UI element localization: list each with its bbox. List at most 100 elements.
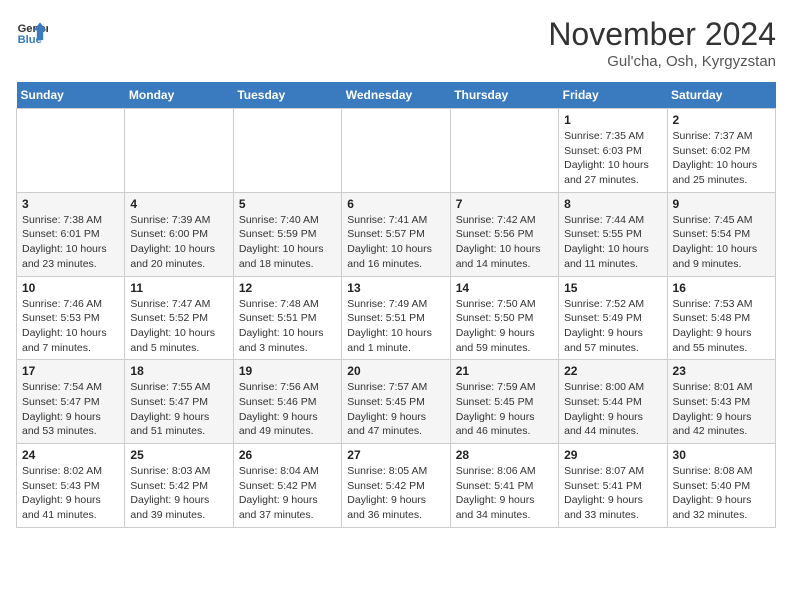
day-info: Sunrise: 8:06 AM Sunset: 5:41 PM Dayligh… [456,464,553,523]
calendar-cell: 3 Sunrise: 7:38 AM Sunset: 6:01 PM Daylig… [17,192,125,276]
day-info: Sunrise: 7:55 AM Sunset: 5:47 PM Dayligh… [130,380,227,439]
calendar-cell: 15 Sunrise: 7:52 AM Sunset: 5:49 PM Dayli… [559,276,667,360]
day-info: Sunrise: 7:52 AM Sunset: 5:49 PM Dayligh… [564,297,661,356]
week-row-3: 10 Sunrise: 7:46 AM Sunset: 5:53 PM Dayli… [17,276,776,360]
day-info: Sunrise: 7:57 AM Sunset: 5:45 PM Dayligh… [347,380,444,439]
calendar-cell: 19 Sunrise: 7:56 AM Sunset: 5:46 PM Dayli… [233,360,341,444]
day-number: 12 [239,281,336,295]
weekday-saturday: Saturday [667,82,775,109]
day-number: 14 [456,281,553,295]
day-info: Sunrise: 7:46 AM Sunset: 5:53 PM Dayligh… [22,297,119,356]
calendar-cell: 8 Sunrise: 7:44 AM Sunset: 5:55 PM Daylig… [559,192,667,276]
calendar-cell: 28 Sunrise: 8:06 AM Sunset: 5:41 PM Dayli… [450,444,558,528]
calendar-cell: 20 Sunrise: 7:57 AM Sunset: 5:45 PM Dayli… [342,360,450,444]
day-number: 26 [239,448,336,462]
day-info: Sunrise: 7:41 AM Sunset: 5:57 PM Dayligh… [347,213,444,272]
day-info: Sunrise: 7:40 AM Sunset: 5:59 PM Dayligh… [239,213,336,272]
day-info: Sunrise: 7:53 AM Sunset: 5:48 PM Dayligh… [673,297,770,356]
calendar-cell: 9Sunrise: 7:45 AM Sunset: 5:54 PM Daylig… [667,192,775,276]
day-number: 20 [347,364,444,378]
calendar-cell [233,109,341,193]
day-number: 3 [22,197,119,211]
title-block: November 2024 Gul'cha, Osh, Kyrgyzstan [548,16,776,70]
day-number: 16 [673,281,770,295]
day-number: 19 [239,364,336,378]
day-number: 29 [564,448,661,462]
calendar-cell: 13Sunrise: 7:49 AM Sunset: 5:51 PM Dayli… [342,276,450,360]
week-row-4: 17 Sunrise: 7:54 AM Sunset: 5:47 PM Dayli… [17,360,776,444]
calendar-cell: 25 Sunrise: 8:03 AM Sunset: 5:42 PM Dayli… [125,444,233,528]
day-number: 11 [130,281,227,295]
day-info: Sunrise: 8:08 AM Sunset: 5:40 PM Dayligh… [673,464,770,523]
day-info: Sunrise: 7:37 AM Sunset: 6:02 PM Dayligh… [673,129,770,188]
day-info: Sunrise: 7:35 AM Sunset: 6:03 PM Dayligh… [564,129,661,188]
week-row-5: 24Sunrise: 8:02 AM Sunset: 5:43 PM Dayli… [17,444,776,528]
day-info: Sunrise: 8:00 AM Sunset: 5:44 PM Dayligh… [564,380,661,439]
weekday-friday: Friday [559,82,667,109]
day-info: Sunrise: 8:05 AM Sunset: 5:42 PM Dayligh… [347,464,444,523]
calendar-cell: 11 Sunrise: 7:47 AM Sunset: 5:52 PM Dayli… [125,276,233,360]
day-info: Sunrise: 7:54 AM Sunset: 5:47 PM Dayligh… [22,380,119,439]
logo: General Blue [16,16,48,48]
calendar-cell: 18Sunrise: 7:55 AM Sunset: 5:47 PM Dayli… [125,360,233,444]
calendar-cell: 16 Sunrise: 7:53 AM Sunset: 5:48 PM Dayli… [667,276,775,360]
weekday-monday: Monday [125,82,233,109]
day-number: 30 [673,448,770,462]
day-info: Sunrise: 7:59 AM Sunset: 5:45 PM Dayligh… [456,380,553,439]
weekday-header-row: SundayMondayTuesdayWednesdayThursdayFrid… [17,82,776,109]
day-number: 10 [22,281,119,295]
day-info: Sunrise: 7:56 AM Sunset: 5:46 PM Dayligh… [239,380,336,439]
calendar-cell: 21 Sunrise: 7:59 AM Sunset: 5:45 PM Dayli… [450,360,558,444]
day-number: 7 [456,197,553,211]
calendar-cell: 24Sunrise: 8:02 AM Sunset: 5:43 PM Dayli… [17,444,125,528]
month-year: November 2024 [548,16,776,53]
day-info: Sunrise: 7:44 AM Sunset: 5:55 PM Dayligh… [564,213,661,272]
calendar-cell: 5Sunrise: 7:40 AM Sunset: 5:59 PM Daylig… [233,192,341,276]
calendar-cell: 7Sunrise: 7:42 AM Sunset: 5:56 PM Daylig… [450,192,558,276]
day-info: Sunrise: 7:47 AM Sunset: 5:52 PM Dayligh… [130,297,227,356]
day-number: 6 [347,197,444,211]
calendar-cell: 27Sunrise: 8:05 AM Sunset: 5:42 PM Dayli… [342,444,450,528]
day-info: Sunrise: 7:38 AM Sunset: 6:01 PM Dayligh… [22,213,119,272]
calendar-cell: 22 Sunrise: 8:00 AM Sunset: 5:44 PM Dayli… [559,360,667,444]
day-number: 9 [673,197,770,211]
logo-icon: General Blue [16,16,48,48]
calendar-cell: 29 Sunrise: 8:07 AM Sunset: 5:41 PM Dayli… [559,444,667,528]
day-number: 15 [564,281,661,295]
week-row-1: 1 Sunrise: 7:35 AM Sunset: 6:03 PM Daylig… [17,109,776,193]
day-info: Sunrise: 8:02 AM Sunset: 5:43 PM Dayligh… [22,464,119,523]
day-number: 2 [673,113,770,127]
day-number: 22 [564,364,661,378]
day-number: 23 [673,364,770,378]
weekday-wednesday: Wednesday [342,82,450,109]
day-number: 25 [130,448,227,462]
calendar-cell [450,109,558,193]
calendar-cell: 26 Sunrise: 8:04 AM Sunset: 5:42 PM Dayli… [233,444,341,528]
calendar-cell: 17 Sunrise: 7:54 AM Sunset: 5:47 PM Dayli… [17,360,125,444]
calendar-cell: 4 Sunrise: 7:39 AM Sunset: 6:00 PM Daylig… [125,192,233,276]
calendar-cell: 30 Sunrise: 8:08 AM Sunset: 5:40 PM Dayli… [667,444,775,528]
calendar-cell [342,109,450,193]
day-number: 4 [130,197,227,211]
day-number: 17 [22,364,119,378]
calendar-cell: 14 Sunrise: 7:50 AM Sunset: 5:50 PM Dayli… [450,276,558,360]
weekday-tuesday: Tuesday [233,82,341,109]
day-info: Sunrise: 7:49 AM Sunset: 5:51 PM Dayligh… [347,297,444,356]
day-number: 21 [456,364,553,378]
calendar-cell: 1 Sunrise: 7:35 AM Sunset: 6:03 PM Daylig… [559,109,667,193]
calendar-cell: 6 Sunrise: 7:41 AM Sunset: 5:57 PM Daylig… [342,192,450,276]
day-info: Sunrise: 8:03 AM Sunset: 5:42 PM Dayligh… [130,464,227,523]
calendar-cell: 2 Sunrise: 7:37 AM Sunset: 6:02 PM Daylig… [667,109,775,193]
location: Gul'cha, Osh, Kyrgyzstan [548,53,776,70]
calendar-cell: 12Sunrise: 7:48 AM Sunset: 5:51 PM Dayli… [233,276,341,360]
day-info: Sunrise: 8:07 AM Sunset: 5:41 PM Dayligh… [564,464,661,523]
day-info: Sunrise: 7:39 AM Sunset: 6:00 PM Dayligh… [130,213,227,272]
weekday-thursday: Thursday [450,82,558,109]
calendar-cell: 10 Sunrise: 7:46 AM Sunset: 5:53 PM Dayli… [17,276,125,360]
day-info: Sunrise: 8:04 AM Sunset: 5:42 PM Dayligh… [239,464,336,523]
day-number: 1 [564,113,661,127]
day-info: Sunrise: 8:01 AM Sunset: 5:43 PM Dayligh… [673,380,770,439]
day-info: Sunrise: 7:50 AM Sunset: 5:50 PM Dayligh… [456,297,553,356]
day-number: 28 [456,448,553,462]
day-number: 8 [564,197,661,211]
